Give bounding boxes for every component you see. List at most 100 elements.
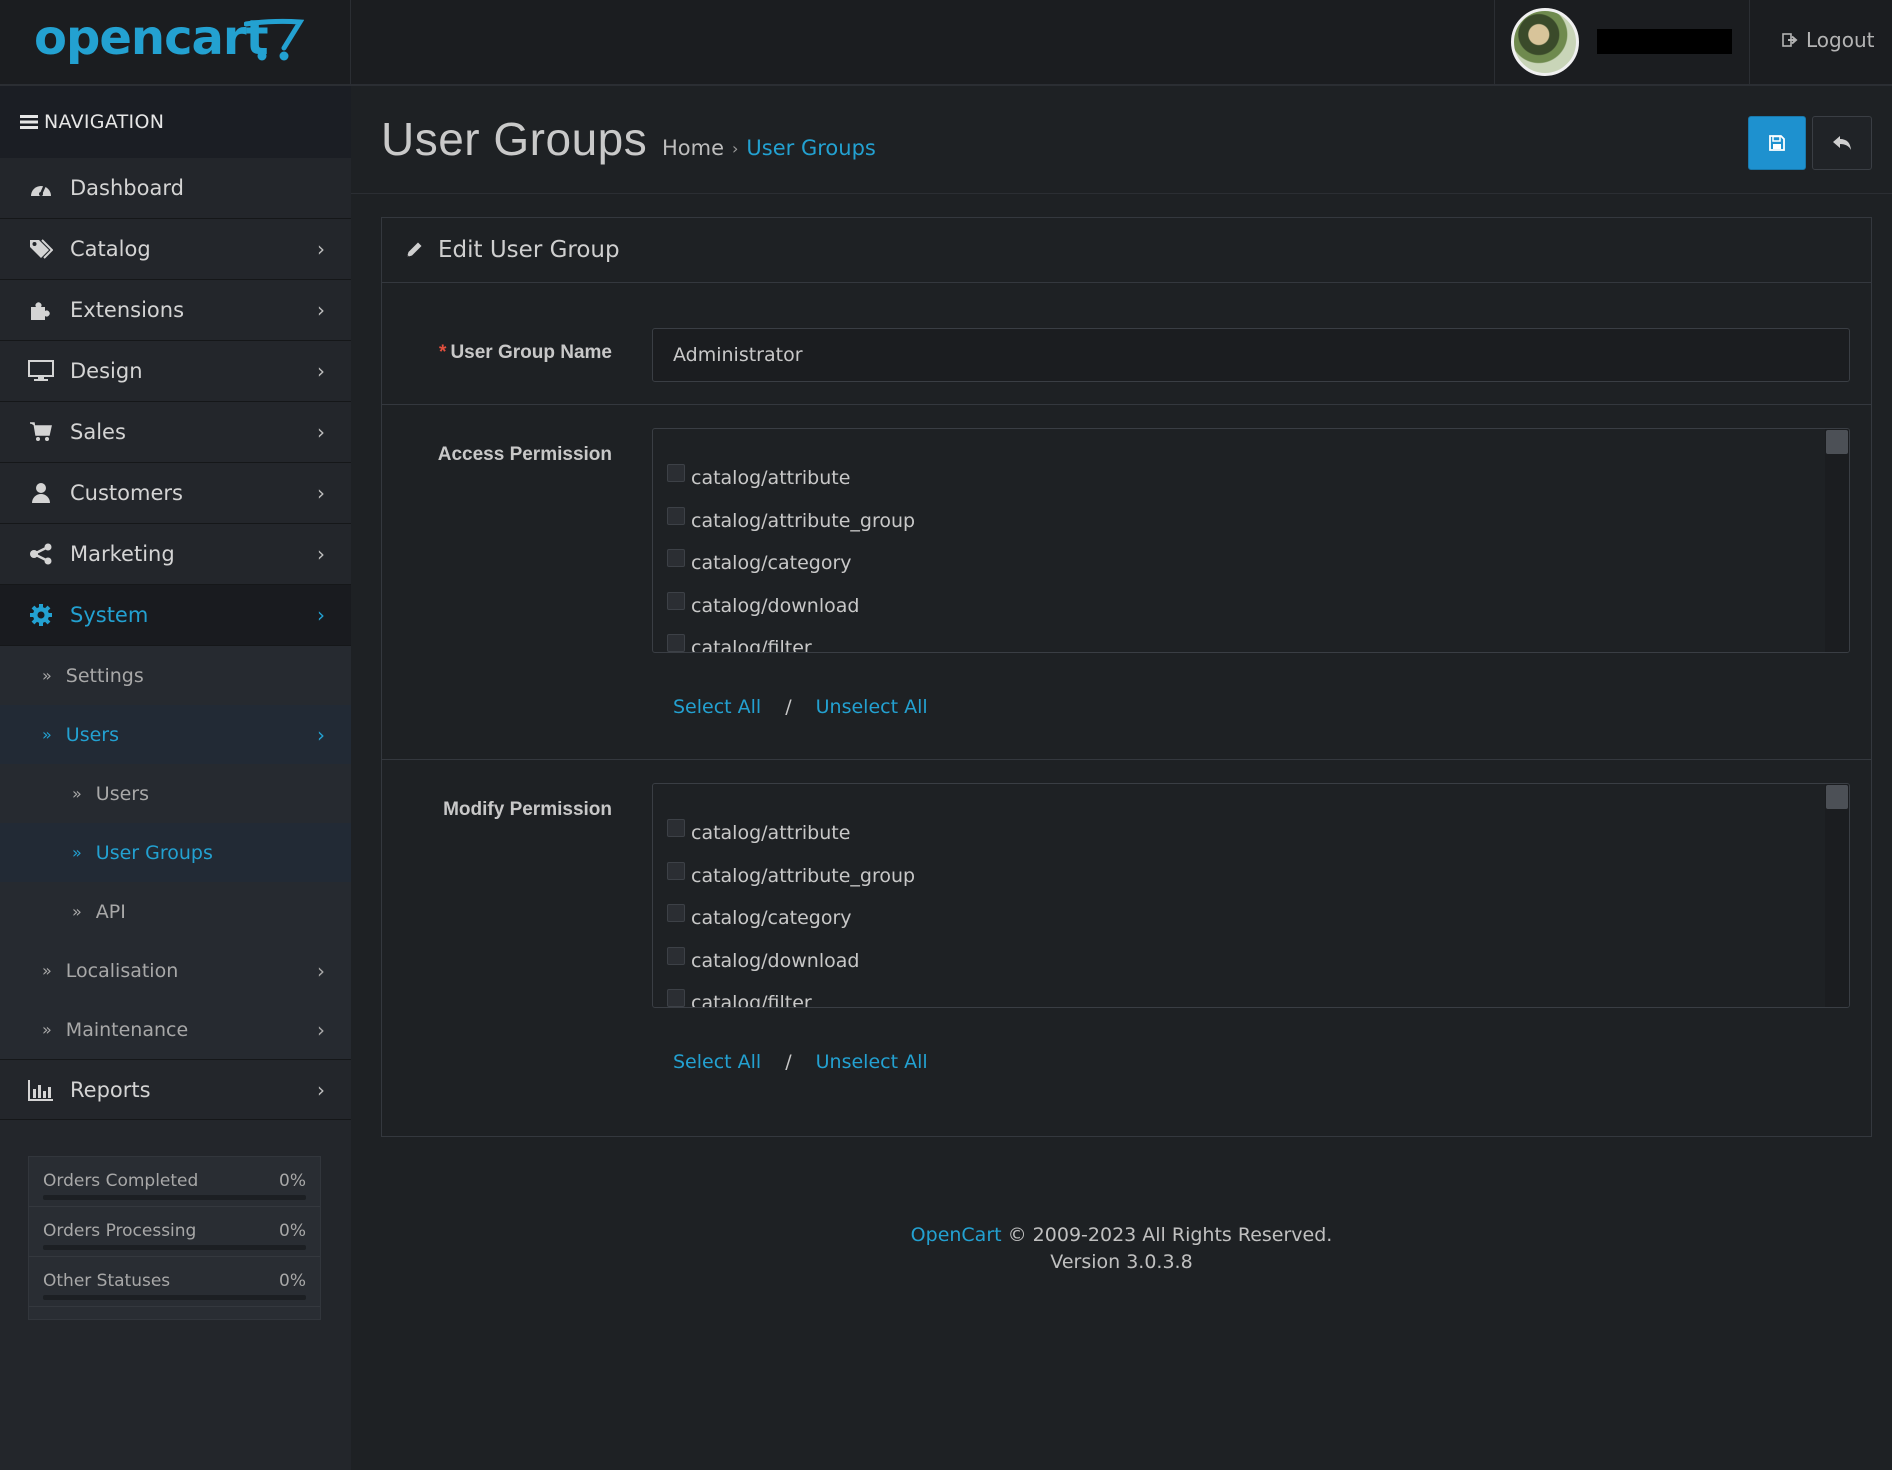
logout-link[interactable]: Logout [1782, 28, 1874, 52]
logo[interactable]: opencart [0, 0, 351, 86]
chevron-right-icon: › [317, 237, 325, 261]
sidebar-item-extensions[interactable]: Extensions › [0, 280, 351, 341]
permission-item[interactable]: catalog/attribute [667, 812, 1849, 855]
save-button[interactable] [1748, 116, 1806, 170]
user-group-name-input[interactable] [652, 328, 1850, 382]
sidebar-subitem-label: Maintenance [65, 1018, 189, 1041]
sidebar-item-label: Extensions [70, 298, 185, 322]
logout-label: Logout [1806, 28, 1875, 52]
sidebar-subitem-label: Localisation [65, 959, 179, 982]
double-chevron-icon: » [42, 961, 52, 980]
checkbox[interactable] [667, 904, 685, 923]
sidebar-subsubitem-api[interactable]: » API [0, 882, 351, 941]
progress-bar [43, 1195, 306, 1200]
user-profile[interactable] [1494, 0, 1750, 86]
sidebar-subitem-settings[interactable]: » Settings [0, 646, 351, 705]
permission-item[interactable]: catalog/attribute [667, 457, 1849, 500]
stat-label: Orders Processing [43, 1221, 197, 1241]
sidebar-subsubitem-users[interactable]: » Users [0, 764, 351, 823]
modify-permission-list[interactable]: catalog/attribute catalog/attribute_grou… [652, 783, 1850, 1008]
scrollbar[interactable] [1825, 429, 1849, 652]
permission-item[interactable]: catalog/filter [667, 627, 1849, 653]
breadcrumb-home[interactable]: Home [662, 136, 724, 160]
puzzle-icon [28, 297, 54, 323]
stat-value: 0% [279, 1171, 306, 1191]
double-chevron-icon: » [72, 902, 82, 921]
sidebar-item-customers[interactable]: Customers › [0, 463, 351, 524]
required-asterisk: * [439, 342, 447, 363]
select-all-link[interactable]: Select All [673, 696, 761, 718]
access-select-links: Select All / Unselect All [673, 696, 928, 718]
progress-bar [43, 1295, 306, 1300]
sidebar-subitem-users[interactable]: » Users › [0, 705, 351, 764]
checkbox[interactable] [667, 506, 685, 525]
page-title: User Groups [381, 113, 648, 165]
monitor-icon [28, 358, 54, 384]
chevron-right-icon: › [317, 359, 325, 383]
double-chevron-icon: » [42, 725, 52, 744]
access-permission-list[interactable]: catalog/attribute catalog/attribute_grou… [652, 428, 1850, 653]
panel-title: Edit User Group [438, 237, 620, 263]
sidebar-item-label: Reports [70, 1077, 151, 1102]
checkbox[interactable] [667, 946, 685, 965]
sidebar-subitem-maintenance[interactable]: » Maintenance › [0, 1000, 351, 1059]
breadcrumb-current[interactable]: User Groups [746, 136, 875, 160]
chevron-right-icon: › [317, 298, 325, 322]
chevron-right-icon: › [317, 481, 325, 505]
divider [351, 193, 1892, 194]
scrollbar-thumb[interactable] [1826, 785, 1848, 809]
nav-heading[interactable]: NAVIGATION [0, 86, 351, 158]
dashboard-icon [28, 175, 54, 201]
checkbox[interactable] [667, 989, 685, 1007]
sidebar-item-catalog[interactable]: Catalog › [0, 219, 351, 280]
sidebar-item-sales[interactable]: Sales › [0, 402, 351, 463]
checkbox[interactable] [667, 861, 685, 880]
permission-item[interactable]: catalog/download [667, 940, 1849, 983]
permission-item[interactable]: catalog/attribute_group [667, 500, 1849, 543]
permission-item[interactable]: catalog/attribute_group [667, 855, 1849, 898]
stat-orders-completed: Orders Completed 0% [29, 1157, 320, 1207]
share-icon [28, 541, 54, 567]
checkbox[interactable] [667, 549, 685, 568]
permission-label: catalog/filter [691, 637, 812, 653]
sidebar-subsubitem-user-groups[interactable]: » User Groups [0, 823, 351, 882]
sidebar-subsubitem-label: User Groups [95, 841, 213, 864]
access-permission-label: Access Permission [437, 444, 612, 465]
permission-item[interactable]: catalog/filter [667, 982, 1849, 1007]
group-name-label: * User Group Name [382, 342, 612, 364]
unselect-all-link[interactable]: Unselect All [816, 696, 928, 718]
avatar[interactable] [1511, 8, 1579, 76]
back-button[interactable] [1812, 116, 1872, 170]
sidebar-item-dashboard[interactable]: Dashboard [0, 158, 351, 219]
permission-label: catalog/download [691, 949, 860, 972]
sidebar-item-reports[interactable]: Reports › [0, 1059, 351, 1120]
permission-item[interactable]: catalog/category [667, 897, 1849, 940]
permission-item[interactable]: catalog/download [667, 585, 1849, 628]
pencil-icon [407, 242, 422, 257]
sign-out-icon [1782, 33, 1798, 47]
chevron-right-icon: › [317, 1017, 325, 1042]
sidebar-item-marketing[interactable]: Marketing › [0, 524, 351, 585]
scrollbar-thumb[interactable] [1826, 430, 1848, 454]
sidebar-item-label: Marketing [70, 542, 175, 566]
copyright-text: © 2009-2023 All Rights Reserved. [1007, 1224, 1333, 1246]
sidebar-item-label: Customers [70, 481, 183, 505]
permission-label: catalog/attribute [691, 467, 851, 490]
select-all-link[interactable]: Select All [673, 1051, 761, 1073]
checkbox[interactable] [667, 634, 685, 652]
sidebar-subitem-localisation[interactable]: » Localisation › [0, 941, 351, 1000]
opencart-link[interactable]: OpenCart [911, 1224, 1002, 1246]
checkbox[interactable] [667, 464, 685, 483]
sidebar-item-system[interactable]: System › [0, 585, 351, 646]
scrollbar[interactable] [1825, 784, 1849, 1007]
unselect-all-link[interactable]: Unselect All [816, 1051, 928, 1073]
version-text: Version 3.0.3.8 [1050, 1251, 1193, 1273]
double-chevron-icon: » [72, 784, 82, 803]
permission-item[interactable]: catalog/category [667, 542, 1849, 585]
checkbox[interactable] [667, 819, 685, 838]
checkbox[interactable] [667, 591, 685, 610]
sidebar-item-design[interactable]: Design › [0, 341, 351, 402]
stat-value: 0% [279, 1271, 306, 1291]
sidebar-item-label: Catalog [70, 237, 151, 261]
username-redacted [1597, 29, 1732, 54]
